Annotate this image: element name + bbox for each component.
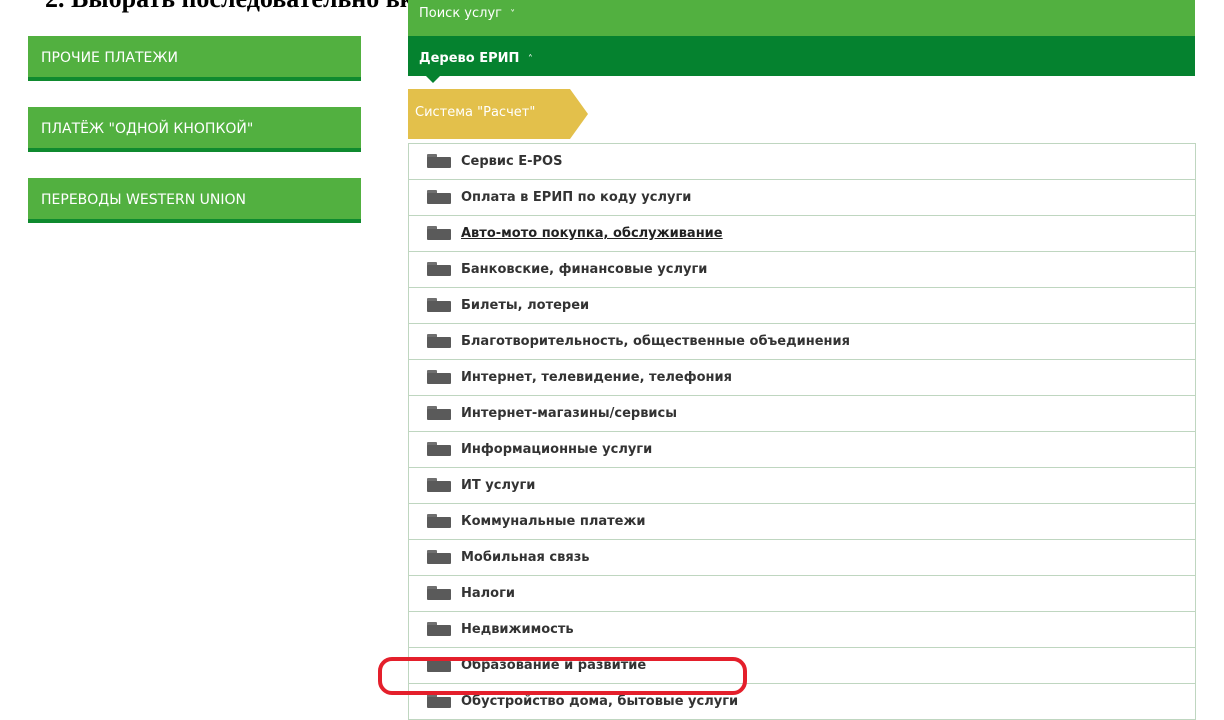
tree-item[interactable]: Билеты, лотереи: [409, 288, 1195, 324]
tree-item-label: Налоги: [461, 586, 516, 601]
tree-item-label: Недвижимость: [461, 622, 574, 637]
tree-item[interactable]: Интернет, телевидение, телефония: [409, 360, 1195, 396]
folder-icon: [427, 405, 451, 420]
tree-item-label: Мобильная связь: [461, 550, 590, 565]
tree-item-label: Благотворительность, общественные объеди…: [461, 334, 850, 349]
tree-item-label: Сервис E-POS: [461, 154, 563, 169]
folder-icon: [427, 297, 451, 312]
folder-icon: [427, 585, 451, 600]
tree-item[interactable]: Мобильная связь: [409, 540, 1195, 576]
search-services-bar[interactable]: Поиск услуг ˅: [408, 0, 1195, 36]
folder-icon: [427, 225, 451, 240]
erip-tree-bar[interactable]: Дерево ЕРИП ˄: [408, 36, 1195, 83]
other-payments-button[interactable]: ПРОЧИЕ ПЛАТЕЖИ: [28, 36, 361, 81]
tree-item-label: Билеты, лотереи: [461, 298, 590, 313]
tree-item[interactable]: Оплата в ЕРИП по коду услуги: [409, 180, 1195, 216]
tree-item[interactable]: Сервис E-POS: [409, 144, 1195, 180]
tree-item[interactable]: ИТ услуги: [409, 468, 1195, 504]
tree-item-label: Интернет, телевидение, телефония: [461, 370, 732, 385]
folder-icon: [427, 657, 451, 672]
pointer-notch: [426, 76, 440, 83]
tree-item[interactable]: Информационные услуги: [409, 432, 1195, 468]
tree-item-education[interactable]: Образование и развитие: [409, 648, 1195, 684]
search-services-label: Поиск услуг: [419, 6, 502, 21]
folder-icon: [427, 513, 451, 528]
breadcrumb-raschet[interactable]: Система "Расчет": [408, 89, 570, 139]
tree-item-label: Оплата в ЕРИП по коду услуги: [461, 190, 692, 205]
folder-icon: [427, 333, 451, 348]
erip-tree-label: Дерево ЕРИП: [419, 51, 520, 66]
tree-item[interactable]: Интернет-магазины/сервисы: [409, 396, 1195, 432]
chevron-up-icon: ˄: [527, 54, 533, 65]
western-union-button[interactable]: ПЕРЕВОДЫ WESTERN UNION: [28, 178, 361, 223]
folder-icon: [427, 477, 451, 492]
tree-item-label: Банковские, финансовые услуги: [461, 262, 708, 277]
folder-icon: [427, 153, 451, 168]
tree-item[interactable]: Недвижимость: [409, 612, 1195, 648]
tree-item-label: Авто-мото покупка, обслуживание: [461, 226, 723, 241]
folder-icon: [427, 693, 451, 708]
tree-item[interactable]: Благотворительность, общественные объеди…: [409, 324, 1195, 360]
tree-item[interactable]: Авто-мото покупка, обслуживание: [409, 216, 1195, 252]
tree-item[interactable]: Коммунальные платежи: [409, 504, 1195, 540]
tree-item-label: ИТ услуги: [461, 478, 536, 493]
folder-icon: [427, 621, 451, 636]
folder-icon: [427, 261, 451, 276]
chevron-down-icon: ˅: [510, 9, 516, 20]
tree-item-label: Интернет-магазины/сервисы: [461, 406, 677, 421]
one-click-payment-button[interactable]: ПЛАТЁЖ "ОДНОЙ КНОПКОЙ": [28, 107, 361, 152]
folder-icon: [427, 441, 451, 456]
tree-item[interactable]: Налоги: [409, 576, 1195, 612]
tree-item-label: Образование и развитие: [461, 658, 647, 673]
folder-icon: [427, 189, 451, 204]
breadcrumb-arrow: [570, 89, 588, 139]
tree-item-label: Информационные услуги: [461, 442, 653, 457]
tree-item-label: Коммунальные платежи: [461, 514, 646, 529]
erip-tree-list: Сервис E-POS Оплата в ЕРИП по коду услуг…: [408, 143, 1196, 720]
tree-item-label: Обустройство дома, бытовые услуги: [461, 694, 739, 709]
tree-item[interactable]: Обустройство дома, бытовые услуги: [409, 684, 1195, 720]
tree-item[interactable]: Банковские, финансовые услуги: [409, 252, 1195, 288]
folder-icon: [427, 549, 451, 564]
folder-icon: [427, 369, 451, 384]
